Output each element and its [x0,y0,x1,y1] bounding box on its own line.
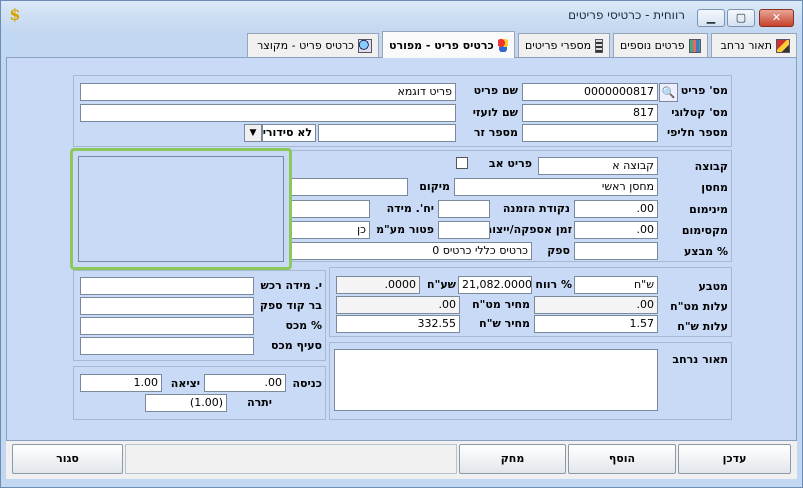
warehouse-label: מחסן [701,181,728,194]
parent-item-checkbox[interactable] [456,157,468,169]
lead-time-label: זמן אספקה/ייצור [485,223,572,236]
max-label: מקסימום [681,224,728,237]
cost-nis-label: עלות ש"ח [677,320,728,333]
location-label: מיקום [419,180,450,193]
catalog-input[interactable]: 817 [522,104,658,122]
stock-in-input[interactable]: .00 [204,374,286,392]
tab-additional-details[interactable]: פרטים נוספים [613,33,708,57]
warehouse-input[interactable]: מחסן ראשי [454,178,658,196]
item-no-label: מס' פריט [680,84,728,97]
serial-input[interactable] [318,124,456,142]
supplier-label: ספק [547,244,570,257]
stock-in-label: כניסה [292,377,323,390]
catalog-label: מס' קטלוגי [671,106,728,119]
group-input[interactable]: קבוצה א [538,157,658,175]
promo-label: % מבצע [683,245,728,258]
profit-input[interactable]: 21,082.0000 [458,276,532,294]
stock-out-input[interactable]: 1.00 [80,374,162,392]
price-fx-input[interactable]: .00 [336,296,460,314]
tab-item-card-short[interactable]: כרטיס פריט - מקוצר [247,33,379,57]
serial-type-select[interactable]: לא סידורי [262,124,316,142]
promo-input[interactable] [574,242,658,260]
customs-pct-input[interactable] [80,317,254,335]
tab-label: כרטיס פריט - מפורט [389,38,494,52]
currency-input[interactable]: ש"ח [574,276,658,294]
reorder-input[interactable] [438,200,490,218]
tab-label: מספרי פריטים [525,39,592,52]
group-label: קבוצה [694,160,728,173]
foreign-name-input[interactable] [80,104,456,122]
tab-label: כרטיס פריט - מקוצר [257,39,354,52]
dollar-app-icon: $ [9,5,21,24]
exchange-rate-label: שע"ח [427,278,456,291]
supplier-input[interactable]: כרטיס כללי כרטיס 0 [288,242,532,260]
alt-no-label: מספר חליפי [666,126,728,139]
close-button[interactable]: סגור [12,444,123,474]
cost-nis-input[interactable]: 1.57 [534,315,658,333]
cost-fx-label: עלות מט"ח [670,300,728,313]
min-input[interactable]: .00 [574,200,658,218]
tab-extended-description[interactable]: תאור נרחב [711,33,797,57]
chevron-down-icon[interactable]: ▼ [244,124,262,142]
reorder-label: נקודת הזמנה [502,202,570,215]
lead-time-input[interactable] [438,221,490,239]
location-input[interactable] [288,178,408,196]
tab-label: תאור נרחב [720,39,772,52]
foreign-name-label: שם לועזי [472,106,518,119]
tab-label: פרטים נוספים [620,39,685,52]
unit-label: יח'. מידה [386,202,434,215]
item-name-label: שם פריט [473,84,518,97]
min-label: מינימום [689,203,728,216]
price-nis-label: מחיר ש"ח [479,317,530,330]
price-nis-input[interactable]: 332.55 [336,315,460,333]
tab-item-numbers[interactable]: מספרי פריטים [518,33,610,57]
price-fx-label: מחיר מט"ח [472,298,530,311]
maximize-button[interactable]: ▢ [727,9,755,27]
parent-item-label: פריט אב [488,157,532,170]
list-icon [595,38,603,53]
balls-icon [497,38,508,52]
extended-description-label: תאור נרחב [672,353,728,366]
delete-button[interactable]: מחק [459,444,566,474]
exchange-rate-input[interactable]: .0000 [336,276,420,294]
unit-input[interactable] [288,200,370,218]
customs-pct-label: % מכס [285,319,322,332]
supplier-barcode-input[interactable] [80,297,254,315]
vat-exempt-input[interactable]: כן [288,221,370,239]
tab-strip: תאור נרחב פרטים נוספים מספרי פריטים כרטי… [6,31,797,58]
serial-label: מספר זר [473,126,518,139]
status-strip [125,444,457,474]
search-icon[interactable]: 🔍 [659,83,678,102]
stock-out-label: יציאה [170,377,200,390]
magnifier-icon [358,38,372,53]
update-button[interactable]: עדכן [678,444,791,474]
customs-clause-input[interactable] [80,337,254,355]
item-image-placeholder[interactable] [78,156,284,262]
supplier-barcode-label: בר קוד ספק [259,299,322,312]
tab-item-card-detailed[interactable]: כרטיס פריט - מפורט [382,31,515,58]
buy-unit-input[interactable] [80,277,254,295]
close-window-button[interactable]: ✕ [759,9,794,27]
grid-icon [688,38,701,53]
extended-description-textarea[interactable] [334,349,658,411]
window-title: רווחית - כרטיסי פריטים [568,8,685,22]
currency-label: מטבע [698,280,728,293]
cost-fx-input[interactable]: .00 [534,296,658,314]
item-no-input[interactable]: 0000000817 [522,83,658,101]
stock-balance-input[interactable]: (1.00) [145,394,227,412]
add-button[interactable]: הוסף [568,444,676,474]
pencil-book-icon [776,38,790,53]
buy-unit-label: י. מידה רכש [260,279,323,292]
item-name-input[interactable]: פריט דוגמא [80,83,456,101]
alt-no-input[interactable] [522,124,658,142]
profit-label: % רווח [535,278,572,291]
stock-balance-label: יתרה [247,396,272,409]
max-input[interactable]: .00 [574,221,658,239]
vat-exempt-label: פטור מע"מ [376,223,434,236]
customs-clause-label: סעיף מכס [271,339,322,352]
minimize-button[interactable]: ▁ [697,9,725,27]
